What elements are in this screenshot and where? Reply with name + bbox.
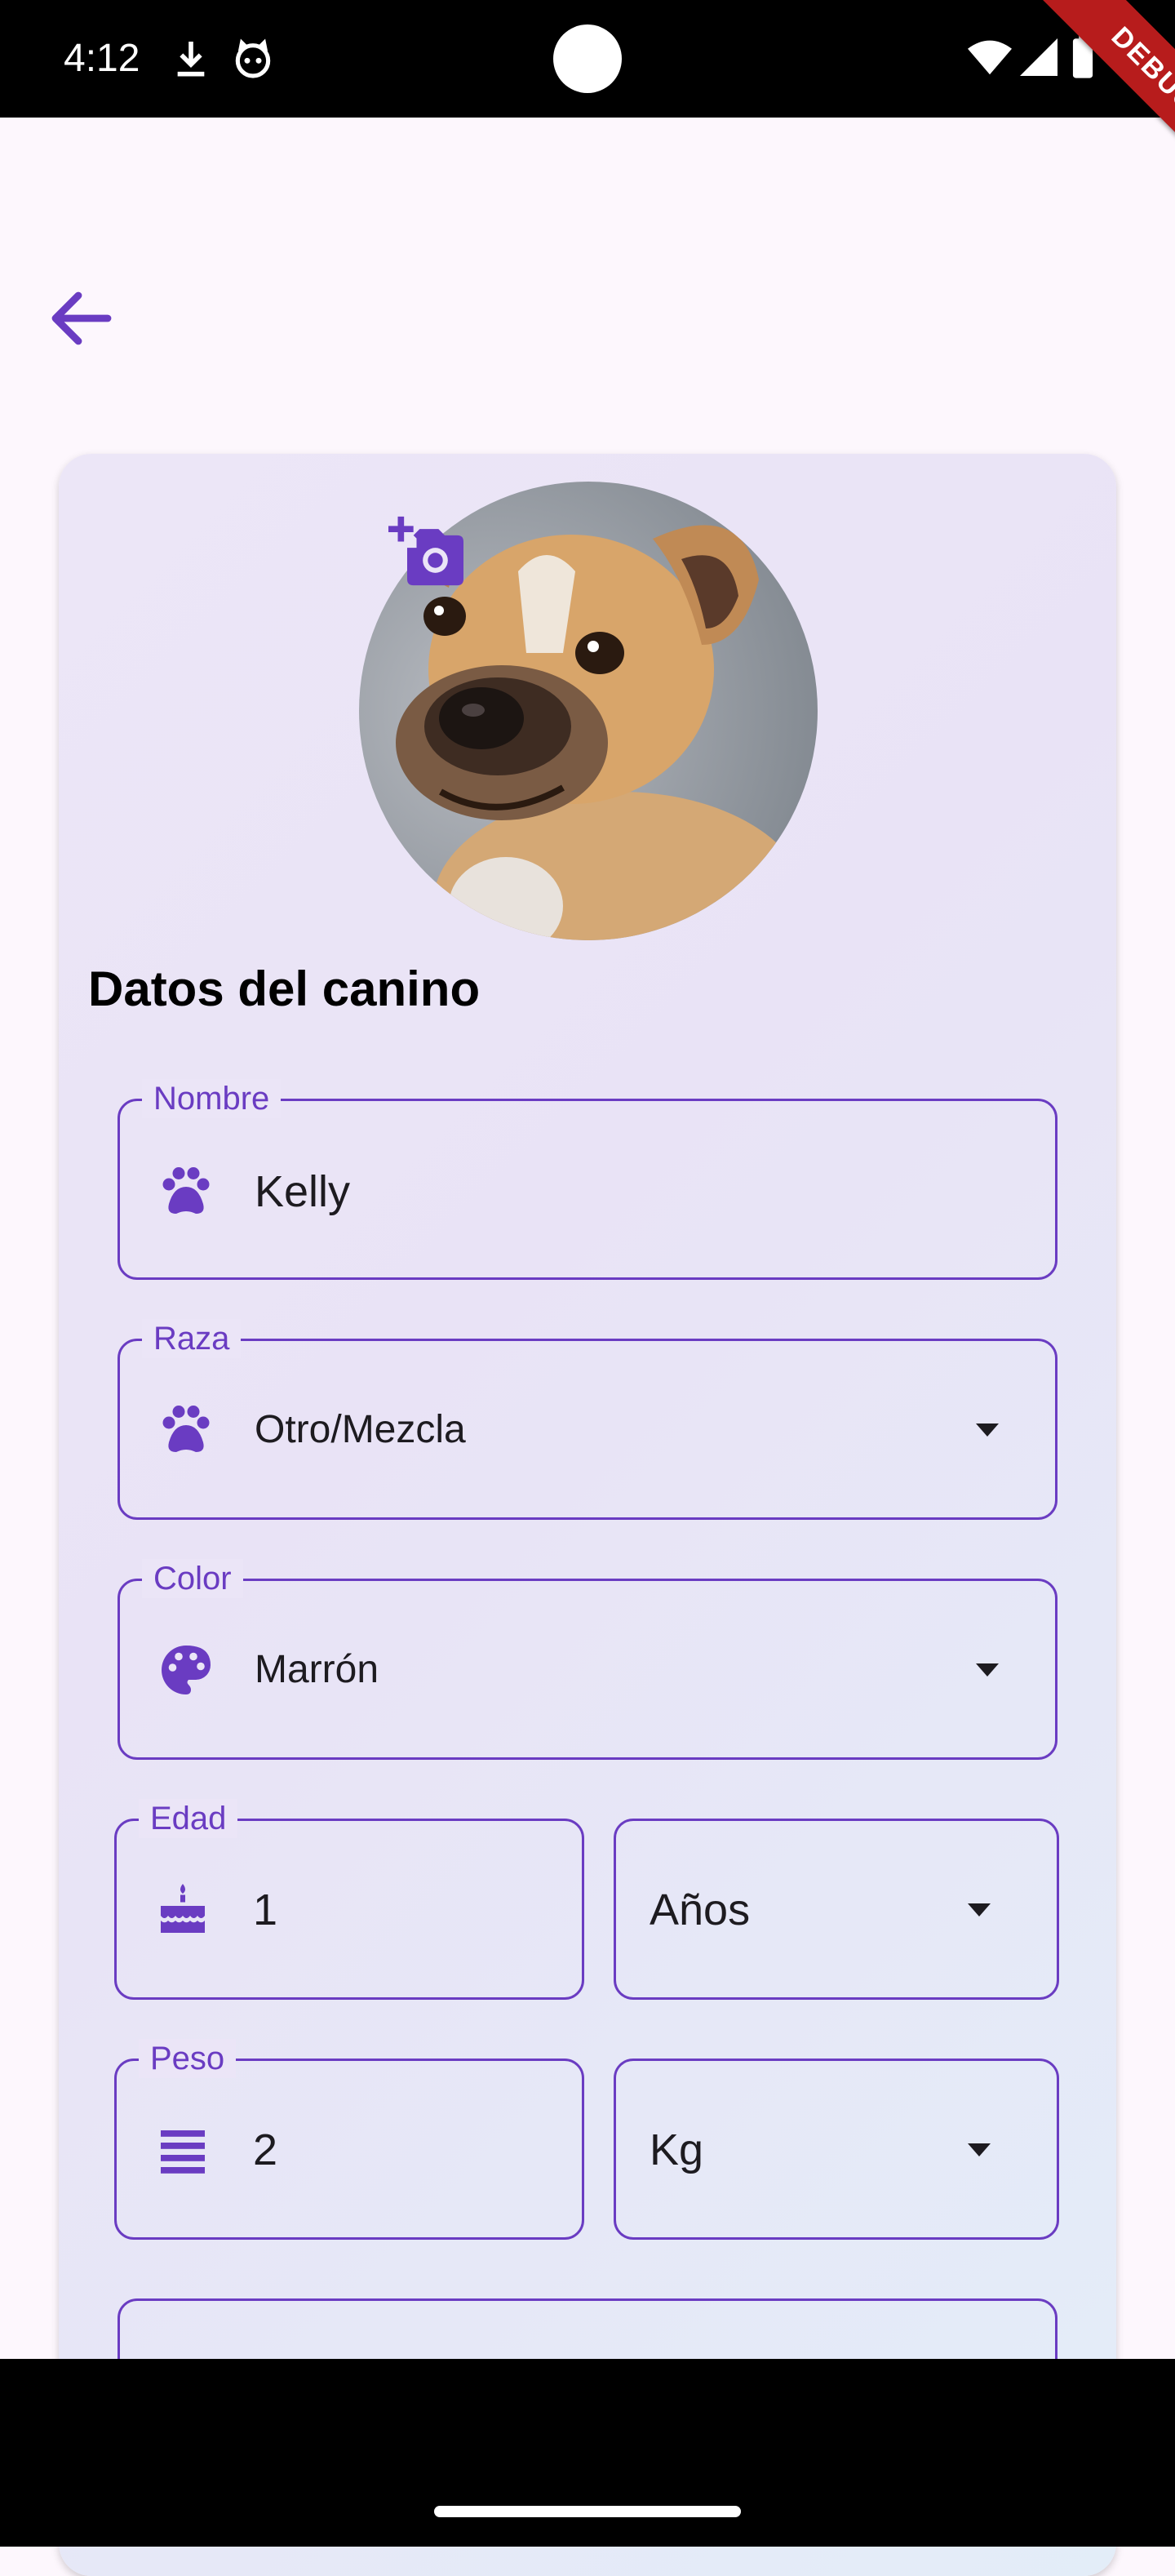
navigation-bar xyxy=(0,2359,1175,2547)
home-indicator[interactable] xyxy=(434,2506,741,2517)
cat-face-icon xyxy=(235,38,271,78)
download-icon xyxy=(177,42,205,77)
peso-label: Peso xyxy=(139,2039,237,2078)
front-camera xyxy=(553,24,622,93)
signal-icon xyxy=(1020,38,1058,76)
dropdown-arrow-icon[interactable] xyxy=(960,2130,999,2170)
scale-lines-icon xyxy=(161,2130,205,2174)
peso-unit-value: Kg xyxy=(650,2125,704,2174)
dropdown-arrow-icon[interactable] xyxy=(968,1410,1007,1450)
color-label: Color xyxy=(142,1559,243,1598)
status-time: 4:12 xyxy=(64,37,140,80)
paw-icon xyxy=(162,1406,210,1452)
paw-icon xyxy=(162,1167,210,1214)
raza-value: Otro/Mezcla xyxy=(255,1408,466,1451)
wifi-icon xyxy=(968,40,1012,75)
dropdown-arrow-icon[interactable] xyxy=(968,1650,1007,1690)
section-title: Datos del canino xyxy=(88,962,481,1016)
edad-label: Edad xyxy=(139,1799,238,1838)
add-a-photo-icon[interactable] xyxy=(388,516,463,586)
nombre-input[interactable]: Kelly xyxy=(255,1166,350,1218)
back-arrow-icon[interactable] xyxy=(42,279,121,358)
dropdown-arrow-icon[interactable] xyxy=(960,1890,999,1930)
nombre-label: Nombre xyxy=(142,1079,282,1118)
color-value: Marrón xyxy=(255,1648,379,1691)
edad-unit-value: Años xyxy=(650,1885,751,1934)
cake-icon xyxy=(161,1884,205,1933)
raza-label: Raza xyxy=(142,1319,242,1358)
peso-input[interactable]: 2 xyxy=(253,2124,277,2176)
palette-icon xyxy=(162,1646,211,1694)
edad-input[interactable]: 1 xyxy=(253,1884,277,1936)
